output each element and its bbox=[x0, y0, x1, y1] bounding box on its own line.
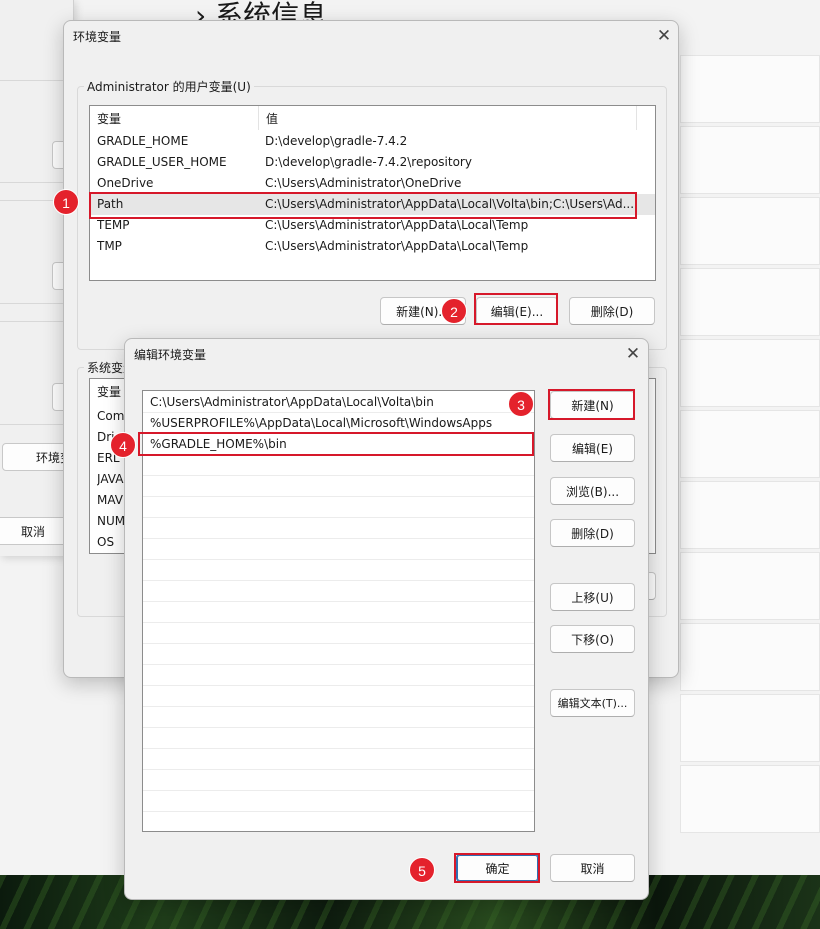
path-browse-button[interactable]: 浏览(B)... bbox=[550, 477, 635, 505]
path-entry: %GRADLE_HOME%\bin bbox=[150, 437, 287, 451]
settings-card bbox=[680, 339, 820, 407]
list-item-empty[interactable] bbox=[143, 791, 534, 812]
table-row[interactable]: TEMP C:\Users\Administrator\AppData\Loca… bbox=[90, 215, 655, 236]
user-variables-table[interactable]: 变量 值 GRADLE_HOME D:\develop\gradle-7.4.2… bbox=[89, 105, 656, 281]
path-entry: C:\Users\Administrator\AppData\Local\Vol… bbox=[150, 395, 434, 409]
list-item-empty[interactable] bbox=[143, 623, 534, 644]
path-new-button[interactable]: 新建(N) bbox=[550, 391, 635, 419]
list-item-empty[interactable] bbox=[143, 560, 534, 581]
group-label: Administrator 的用户变量(U) bbox=[84, 78, 254, 95]
user-delete-button[interactable]: 删除(D) bbox=[569, 297, 655, 325]
settings-card bbox=[680, 410, 820, 478]
close-icon[interactable]: ✕ bbox=[622, 343, 644, 365]
variable-value: C:\Users\Administrator\AppData\Local\Tem… bbox=[265, 239, 529, 253]
variable-value: D:\develop\gradle-7.4.2\repository bbox=[265, 155, 472, 169]
variable-name: GRADLE_HOME bbox=[97, 134, 189, 148]
table-row-selected[interactable]: Path C:\Users\Administrator\AppData\Loca… bbox=[90, 194, 655, 215]
settings-card bbox=[680, 126, 820, 194]
column-header-variable[interactable]: 变量 bbox=[90, 106, 259, 130]
settings-card bbox=[680, 552, 820, 620]
settings-card bbox=[680, 268, 820, 336]
variable-value: C:\Users\Administrator\AppData\Local\Tem… bbox=[265, 218, 529, 232]
path-entry: %USERPROFILE%\AppData\Local\Microsoft\Wi… bbox=[150, 416, 493, 430]
list-item-selected[interactable]: %GRADLE_HOME%\bin bbox=[143, 434, 534, 455]
settings-card bbox=[680, 765, 820, 833]
list-item-empty[interactable] bbox=[143, 539, 534, 560]
edit-environment-variable-dialog: 编辑环境变量 ✕ C:\Users\Administrator\AppData\… bbox=[124, 338, 649, 900]
move-down-button[interactable]: 下移(O) bbox=[550, 625, 635, 653]
settings-card bbox=[680, 55, 820, 123]
table-row[interactable]: GRADLE_USER_HOME D:\develop\gradle-7.4.2… bbox=[90, 152, 655, 173]
path-list[interactable]: C:\Users\Administrator\AppData\Local\Vol… bbox=[142, 390, 535, 832]
variable-name: OneDrive bbox=[97, 176, 154, 190]
list-item-empty[interactable] bbox=[143, 749, 534, 770]
list-item-empty[interactable] bbox=[143, 497, 534, 518]
path-edit-button[interactable]: 编辑(E) bbox=[550, 434, 635, 462]
variable-name: Path bbox=[97, 197, 124, 211]
user-edit-button[interactable]: 编辑(E)... bbox=[476, 297, 558, 325]
path-delete-button[interactable]: 删除(D) bbox=[550, 519, 635, 547]
list-item-empty[interactable] bbox=[143, 665, 534, 686]
step-badge-3: 3 bbox=[508, 391, 534, 417]
list-item-empty[interactable] bbox=[143, 728, 534, 749]
edit-text-button[interactable]: 编辑文本(T)... bbox=[550, 689, 635, 717]
table-row[interactable]: TMP C:\Users\Administrator\AppData\Local… bbox=[90, 236, 655, 257]
variable-value: D:\develop\gradle-7.4.2 bbox=[265, 134, 408, 148]
list-item-empty[interactable] bbox=[143, 707, 534, 728]
list-item-empty[interactable] bbox=[143, 476, 534, 497]
settings-card bbox=[680, 197, 820, 265]
table-row[interactable]: GRADLE_HOME D:\develop\gradle-7.4.2 bbox=[90, 131, 655, 152]
settings-card bbox=[680, 694, 820, 762]
list-item-empty[interactable] bbox=[143, 812, 534, 831]
close-icon[interactable]: ✕ bbox=[653, 25, 675, 47]
step-badge-1: 1 bbox=[53, 189, 79, 215]
settings-card bbox=[680, 623, 820, 691]
step-badge-2: 2 bbox=[441, 298, 467, 324]
list-item-empty[interactable] bbox=[143, 770, 534, 791]
move-up-button[interactable]: 上移(U) bbox=[550, 583, 635, 611]
variable-name: TMP bbox=[97, 239, 122, 253]
list-item-empty[interactable] bbox=[143, 518, 534, 539]
list-item[interactable]: %USERPROFILE%\AppData\Local\Microsoft\Wi… bbox=[143, 413, 534, 434]
step-badge-4: 4 bbox=[110, 432, 136, 458]
list-item-empty[interactable] bbox=[143, 686, 534, 707]
column-header-value[interactable]: 值 bbox=[259, 106, 637, 130]
list-item-empty[interactable] bbox=[143, 581, 534, 602]
variable-value: C:\Users\Administrator\OneDrive bbox=[265, 176, 462, 190]
list-item-empty[interactable] bbox=[143, 602, 534, 623]
sysprop-cancel-button[interactable]: 取消 bbox=[0, 517, 70, 545]
ok-button[interactable]: 确定 bbox=[456, 854, 539, 882]
list-item-empty[interactable] bbox=[143, 644, 534, 665]
step-badge-5: 5 bbox=[409, 857, 435, 883]
list-item[interactable]: C:\Users\Administrator\AppData\Local\Vol… bbox=[143, 392, 534, 413]
dialog-title: 环境变量 bbox=[73, 30, 122, 44]
table-row[interactable]: OneDrive C:\Users\Administrator\OneDrive bbox=[90, 173, 655, 194]
settings-card bbox=[680, 481, 820, 549]
dialog-title: 编辑环境变量 bbox=[134, 348, 207, 362]
variable-value: C:\Users\Administrator\AppData\Local\Vol… bbox=[265, 197, 635, 211]
cancel-button[interactable]: 取消 bbox=[550, 854, 635, 882]
variable-name: TEMP bbox=[97, 218, 130, 232]
variable-name: GRADLE_USER_HOME bbox=[97, 155, 227, 169]
list-item-empty[interactable] bbox=[143, 455, 534, 476]
